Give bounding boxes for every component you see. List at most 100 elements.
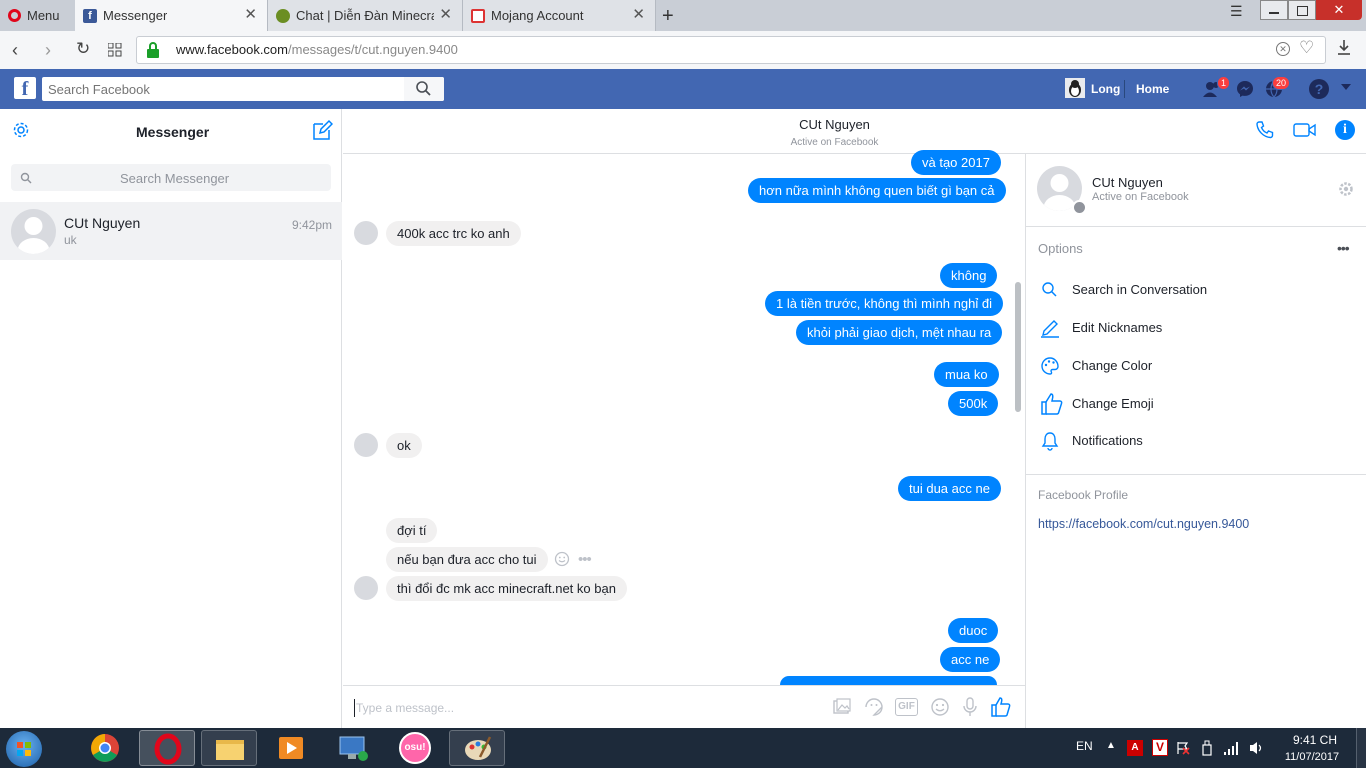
facebook-search-button[interactable] (404, 77, 444, 101)
add-photo-icon[interactable] (832, 697, 852, 717)
start-button[interactable] (6, 731, 42, 767)
facebook-logo-icon[interactable]: f (14, 77, 36, 100)
voice-call-icon[interactable] (1255, 120, 1275, 140)
home-link[interactable]: Home (1136, 82, 1169, 96)
close-tab-icon[interactable]: ✕ (439, 7, 452, 22)
user-avatar[interactable] (1065, 78, 1085, 98)
facebook-search-input[interactable] (42, 77, 444, 101)
minimize-icon (1269, 12, 1279, 14)
conversation-info-icon[interactable]: i (1335, 120, 1355, 140)
emoji-icon[interactable] (930, 697, 950, 717)
adobe-tray-icon[interactable]: A (1127, 740, 1143, 756)
input-language-indicator[interactable]: EN (1076, 739, 1093, 753)
paint-taskbar-button[interactable] (449, 730, 505, 766)
contact-avatar (11, 209, 56, 254)
microphone-icon[interactable] (962, 697, 978, 717)
volume-icon[interactable] (1248, 740, 1266, 756)
show-desktop-button[interactable] (1356, 728, 1366, 768)
message-bubble[interactable]: duoc (948, 618, 999, 643)
clock-time[interactable]: 9:41 CH (1282, 733, 1348, 747)
friend-requests-badge: 1 (1217, 76, 1231, 90)
message-bubble[interactable]: tui dua acc ne (898, 476, 1001, 501)
messenger-title: Messenger (136, 124, 210, 140)
react-emoji-icon[interactable] (554, 551, 570, 567)
account-menu-arrow-icon[interactable] (1341, 84, 1351, 90)
reload-icon[interactable]: ↻ (76, 39, 90, 59)
message-bubble[interactable]: và tạo 2017 (911, 150, 1001, 175)
details-divider (1026, 474, 1366, 475)
settings-gear-icon[interactable] (11, 120, 31, 140)
options-more-icon[interactable]: ••• (1337, 240, 1350, 256)
messenger-icon[interactable] (1236, 80, 1254, 98)
sender-avatar (354, 221, 378, 245)
more-actions-icon[interactable]: ••• (578, 551, 592, 568)
block-ads-icon[interactable]: ✕ (1276, 42, 1290, 56)
bell-icon (1040, 431, 1060, 451)
sticker-icon[interactable] (864, 697, 884, 717)
opera-menu-label: Menu (27, 8, 60, 23)
network-signal-icon[interactable] (1223, 740, 1241, 756)
download-icon[interactable] (1337, 39, 1351, 57)
conversation-status: Active on Facebook (790, 137, 879, 148)
tab-mojang-account[interactable]: Mojang Account ✕ (463, 0, 656, 31)
chrome-taskbar-button[interactable] (77, 730, 133, 766)
option-change-color[interactable]: Change Color (1072, 358, 1152, 373)
details-settings-gear-icon[interactable] (1338, 181, 1354, 197)
opera-taskbar-button[interactable] (139, 730, 195, 766)
message-bubble[interactable]: hơn nữa mình không quen biết gì bạn cả (748, 178, 1006, 203)
video-call-icon[interactable] (1293, 121, 1317, 139)
profile-link[interactable]: Long (1091, 82, 1120, 96)
sender-avatar (354, 433, 378, 457)
speed-dial-icon[interactable] (107, 42, 122, 57)
close-tab-icon[interactable]: ✕ (632, 7, 645, 22)
message-bubble[interactable]: mua ko (934, 362, 999, 387)
antivirus-tray-icon[interactable]: V (1152, 739, 1168, 756)
opera-menu-button[interactable]: Menu (0, 0, 75, 31)
profile-link[interactable]: https://facebook.com/cut.nguyen.9400 (1038, 517, 1249, 531)
osu-taskbar-button[interactable]: osu! (387, 730, 443, 766)
back-icon[interactable]: ‹ (12, 40, 18, 61)
message-bubble[interactable]: nếu bạn đưa acc cho tui (386, 547, 548, 572)
message-bubble[interactable]: thì đổi đc mk acc minecraft.net ko bạn (386, 576, 627, 601)
bookmark-heart-icon[interactable]: ♡ (1299, 38, 1314, 58)
close-window-button[interactable]: ✕ (1316, 0, 1362, 20)
help-icon[interactable]: ? (1309, 79, 1329, 99)
send-like-icon[interactable] (990, 696, 1012, 718)
flag-tray-icon[interactable] (1176, 741, 1190, 755)
maximize-button[interactable] (1288, 0, 1316, 20)
message-bubble[interactable]: acc ne (940, 647, 1001, 672)
forward-icon[interactable]: › (45, 40, 51, 61)
show-hidden-icons-icon[interactable]: ▲ (1106, 740, 1116, 751)
facebook-badge-icon (1072, 200, 1087, 215)
close-tab-icon[interactable]: ✕ (244, 7, 257, 22)
message-bubble-partial[interactable] (780, 676, 997, 685)
message-bubble[interactable]: ok (386, 433, 422, 458)
minimize-button[interactable] (1260, 0, 1288, 20)
notifications-badge: 20 (1272, 76, 1291, 90)
conversation-time: 9:42pm (292, 218, 333, 232)
message-bubble[interactable]: đợi tí (386, 518, 438, 543)
palette-icon (1040, 356, 1060, 376)
tab-minecraft-forum[interactable]: Chat | Diễn Đàn Minecraft ✕ (268, 0, 463, 31)
message-bubble[interactable]: khỏi phải giao dịch, mệt nhau ra (796, 320, 1003, 345)
option-search-in-conversation[interactable]: Search in Conversation (1072, 282, 1207, 297)
media-player-taskbar-button[interactable] (263, 730, 319, 766)
message-bubble[interactable]: 500k (948, 391, 999, 416)
new-tab-button[interactable]: + (662, 5, 674, 28)
message-list-scrollbar[interactable] (1015, 282, 1021, 412)
network-app-taskbar-button[interactable] (325, 730, 381, 766)
message-bubble[interactable]: không (940, 263, 998, 288)
option-edit-nicknames[interactable]: Edit Nicknames (1072, 320, 1162, 335)
message-bubble[interactable]: 400k acc trc ko anh (386, 221, 521, 246)
url-text: www.facebook.com/messages/t/cut.nguyen.9… (176, 42, 458, 57)
clock-date[interactable]: 11/07/2017 (1276, 751, 1348, 763)
tab-menu-icon[interactable]: ☰ (1230, 3, 1243, 20)
tab-messenger[interactable]: f Messenger ✕ (75, 0, 268, 31)
usb-tray-icon[interactable] (1200, 740, 1214, 756)
message-bubble[interactable]: 1 là tiền trước, không thì mình nghỉ đi (765, 291, 1003, 316)
message-input[interactable]: Type a message... (356, 701, 454, 715)
gif-icon[interactable]: GIF (895, 698, 918, 716)
option-notifications[interactable]: Notifications (1072, 433, 1143, 448)
option-change-emoji[interactable]: Change Emoji (1072, 396, 1154, 411)
file-explorer-taskbar-button[interactable] (201, 730, 257, 766)
